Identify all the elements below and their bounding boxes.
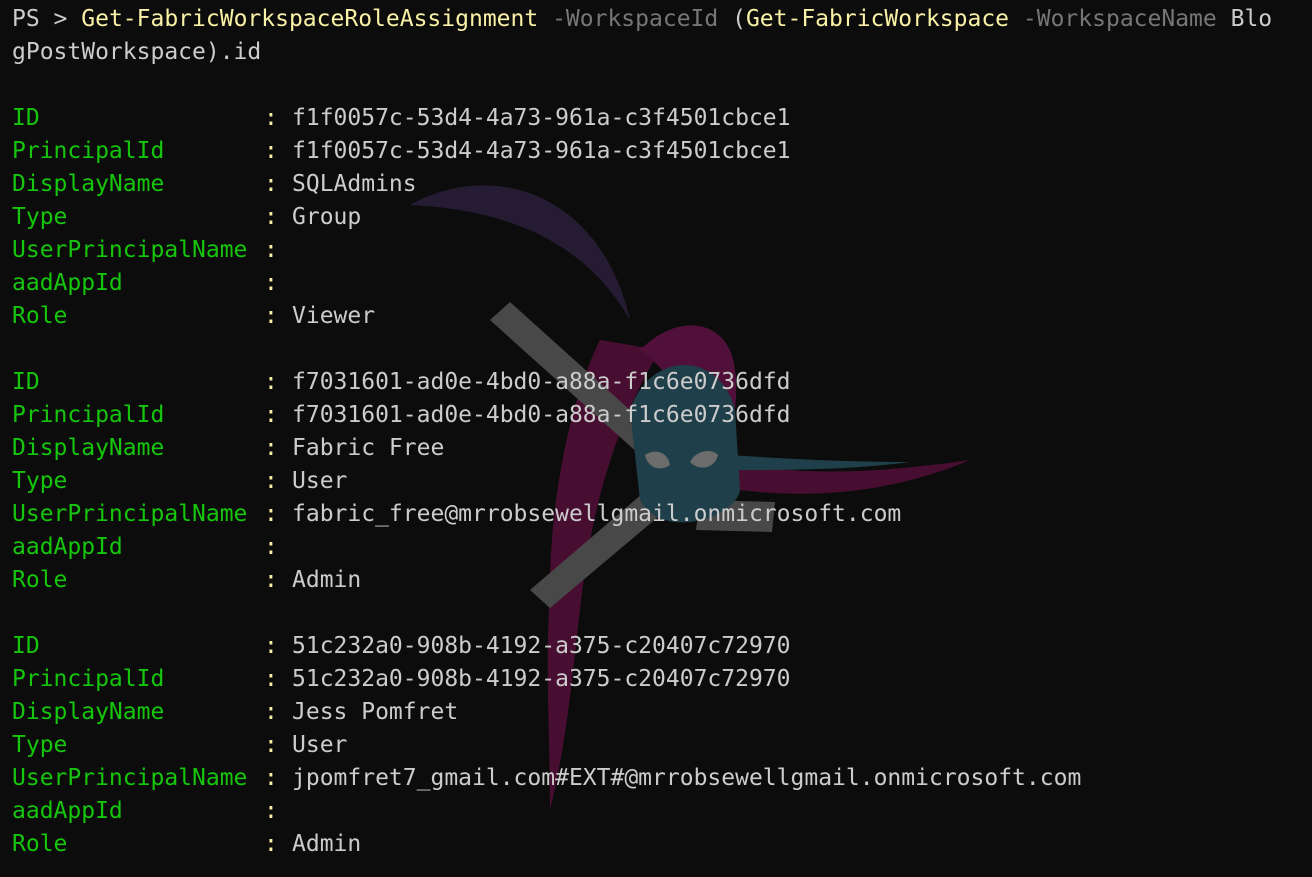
command-line: PS > Get-FabricWorkspaceRoleAssignment -…	[12, 3, 1302, 36]
record-field: UserPrincipalName:	[12, 234, 1302, 267]
field-value: SQLAdmins	[292, 171, 417, 197]
field-value: 51c232a0-908b-4192-a375-c20407c72970	[292, 666, 791, 692]
field-key: aadAppId	[12, 798, 123, 824]
terminal-output: PS > Get-FabricWorkspaceRoleAssignment -…	[12, 3, 1302, 861]
record-field: Type: User	[12, 729, 1302, 762]
field-value: Fabric Free	[292, 435, 445, 461]
field-separator: :	[264, 402, 278, 428]
argument-part1: Blo	[1216, 6, 1273, 32]
field-separator: :	[264, 171, 278, 197]
record-field: Type: User	[12, 465, 1302, 498]
field-separator: :	[264, 204, 278, 230]
argument-part2: gPostWorkspace).id	[12, 39, 262, 65]
field-key: Type	[12, 204, 68, 230]
command-line-wrap: gPostWorkspace).id	[12, 36, 1302, 69]
field-separator: :	[264, 534, 278, 560]
field-key: aadAppId	[12, 534, 123, 560]
record-field: UserPrincipalName: fabric_free@mrrobsewel…	[12, 498, 1302, 531]
record-field: ID: f1f0057c-53d4-4a73-961a-c3f4501cbce1	[12, 102, 1302, 135]
field-value: jpomfret7_gmail.com#EXT#@mrrobsewellgmai…	[292, 765, 1082, 791]
field-value: Admin	[292, 831, 362, 857]
field-key: UserPrincipalName	[12, 237, 248, 263]
field-value: f1f0057c-53d4-4a73-961a-c3f4501cbce1	[292, 138, 791, 164]
record-field: PrincipalId: f7031601-ad0e-4bd0-a88a-f1c6…	[12, 399, 1302, 432]
record-field: Type: Group	[12, 201, 1302, 234]
field-value: Admin	[292, 567, 362, 593]
field-key: Role	[12, 567, 68, 593]
field-separator: :	[264, 732, 278, 758]
field-key: PrincipalId	[12, 402, 165, 428]
record-field: aadAppId:	[12, 795, 1302, 828]
record-field: DisplayName: Jess Pomfret	[12, 696, 1302, 729]
field-key: ID	[12, 633, 40, 659]
field-key: ID	[12, 369, 40, 395]
field-separator: :	[264, 105, 278, 131]
record-field: PrincipalId: f1f0057c-53d4-4a73-961a-c3f4…	[12, 135, 1302, 168]
inner-cmdlet: Get-FabricWorkspace	[745, 6, 1010, 32]
field-value: User	[292, 468, 348, 494]
record-field: UserPrincipalName: jpomfret7_gmail.com#EX…	[12, 762, 1302, 795]
parameter-workspaceid: -WorkspaceId	[538, 6, 719, 32]
field-value: 51c232a0-908b-4192-a375-c20407c72970	[292, 633, 791, 659]
record-field: DisplayName: Fabric Free	[12, 432, 1302, 465]
record-field: aadAppId:	[12, 531, 1302, 564]
field-separator: :	[264, 831, 278, 857]
field-key: UserPrincipalName	[12, 765, 248, 791]
field-value: f7031601-ad0e-4bd0-a88a-f1c6e0736dfd	[292, 402, 791, 428]
cmdlet: Get-FabricWorkspaceRoleAssignment	[81, 6, 539, 32]
record-field: aadAppId:	[12, 267, 1302, 300]
prompt: PS >	[12, 6, 82, 32]
field-separator: :	[264, 765, 278, 791]
field-separator: :	[264, 303, 278, 329]
field-separator: :	[264, 237, 278, 263]
record-field: Role: Admin	[12, 564, 1302, 597]
field-key: PrincipalId	[12, 666, 165, 692]
record-field: DisplayName: SQLAdmins	[12, 168, 1302, 201]
field-separator: :	[264, 798, 278, 824]
field-value: Jess Pomfret	[292, 699, 459, 725]
field-separator: :	[264, 369, 278, 395]
field-separator: :	[264, 138, 278, 164]
field-key: DisplayName	[12, 435, 165, 461]
field-key: aadAppId	[12, 270, 123, 296]
open-paren: (	[718, 6, 746, 32]
field-key: UserPrincipalName	[12, 501, 248, 527]
field-value: User	[292, 732, 348, 758]
field-key: DisplayName	[12, 171, 165, 197]
field-separator: :	[264, 501, 278, 527]
field-separator: :	[264, 567, 278, 593]
record-field: PrincipalId:51c232a0-908b-4192-a375-c204…	[12, 663, 1302, 696]
parameter-workspacename: -WorkspaceName	[1009, 6, 1217, 32]
record-field: Role: Viewer	[12, 300, 1302, 333]
record-field: ID:51c232a0-908b-4192-a375-c20407c72970	[12, 630, 1302, 663]
field-key: PrincipalId	[12, 138, 165, 164]
field-key: Type	[12, 468, 68, 494]
field-value: f7031601-ad0e-4bd0-a88a-f1c6e0736dfd	[292, 369, 791, 395]
field-separator: :	[264, 633, 278, 659]
field-key: Role	[12, 303, 68, 329]
field-separator: :	[264, 699, 278, 725]
field-separator: :	[264, 270, 278, 296]
record-field: Role: Admin	[12, 828, 1302, 861]
field-separator: :	[264, 435, 278, 461]
field-separator: :	[264, 468, 278, 494]
field-key: Role	[12, 831, 68, 857]
terminal-window[interactable]: PS > Get-FabricWorkspaceRoleAssignment -…	[0, 0, 1312, 877]
field-value: Group	[292, 204, 362, 230]
record-field: ID: f7031601-ad0e-4bd0-a88a-f1c6e0736dfd	[12, 366, 1302, 399]
field-key: ID	[12, 105, 40, 131]
field-value: Viewer	[292, 303, 376, 329]
field-separator: :	[264, 666, 278, 692]
field-key: Type	[12, 732, 68, 758]
field-key: DisplayName	[12, 699, 165, 725]
field-value: f1f0057c-53d4-4a73-961a-c3f4501cbce1	[292, 105, 791, 131]
field-value: fabric_free@mrrobsewellgmail.onmicrosoft…	[292, 501, 902, 527]
